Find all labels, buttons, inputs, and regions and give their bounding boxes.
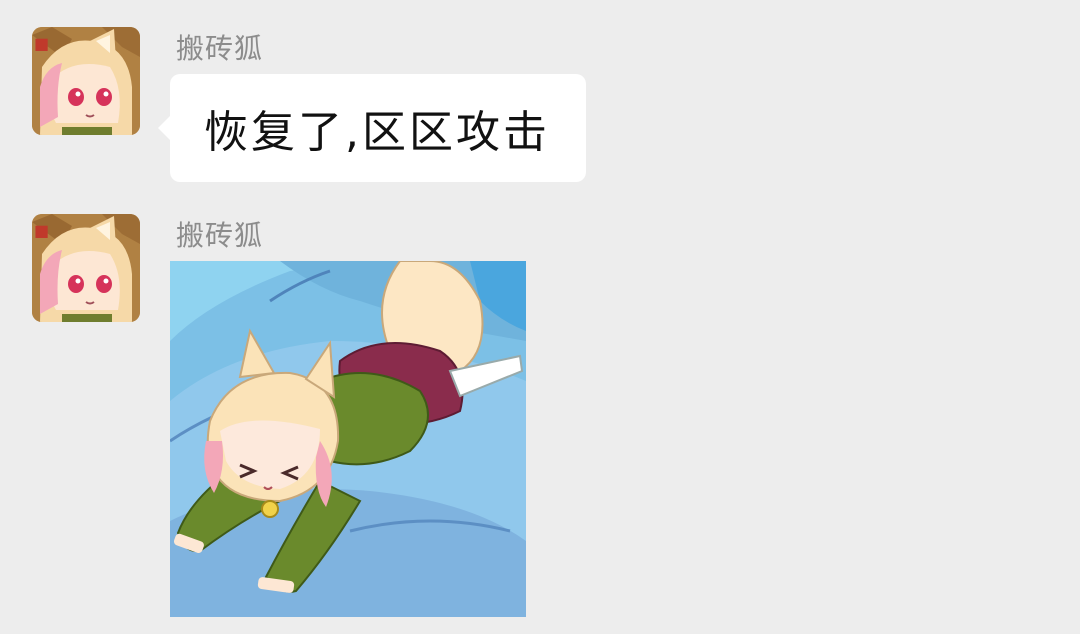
sticker-message[interactable] <box>170 261 526 617</box>
message-bubble[interactable]: 恢复了,区区攻击 <box>158 74 586 182</box>
message-text: 恢复了,区区攻击 <box>204 107 550 158</box>
fox-girl-lying-on-sofa-sticker <box>170 261 526 617</box>
chat-view: ■ 搬砖狐 恢复了,区区攻击 ■ 搬砖狐 <box>0 0 1080 634</box>
sender-name: 搬砖狐 <box>176 219 264 252</box>
sender-name: 搬砖狐 <box>176 32 264 65</box>
sender-avatar[interactable]: ■ <box>32 27 140 135</box>
fox-girl-avatar-icon: ■ <box>32 214 140 322</box>
fox-girl-avatar-icon: ■ <box>32 27 140 135</box>
svg-text:■: ■ <box>34 34 49 53</box>
sender-avatar[interactable]: ■ <box>32 214 140 322</box>
svg-text:■: ■ <box>34 221 49 240</box>
